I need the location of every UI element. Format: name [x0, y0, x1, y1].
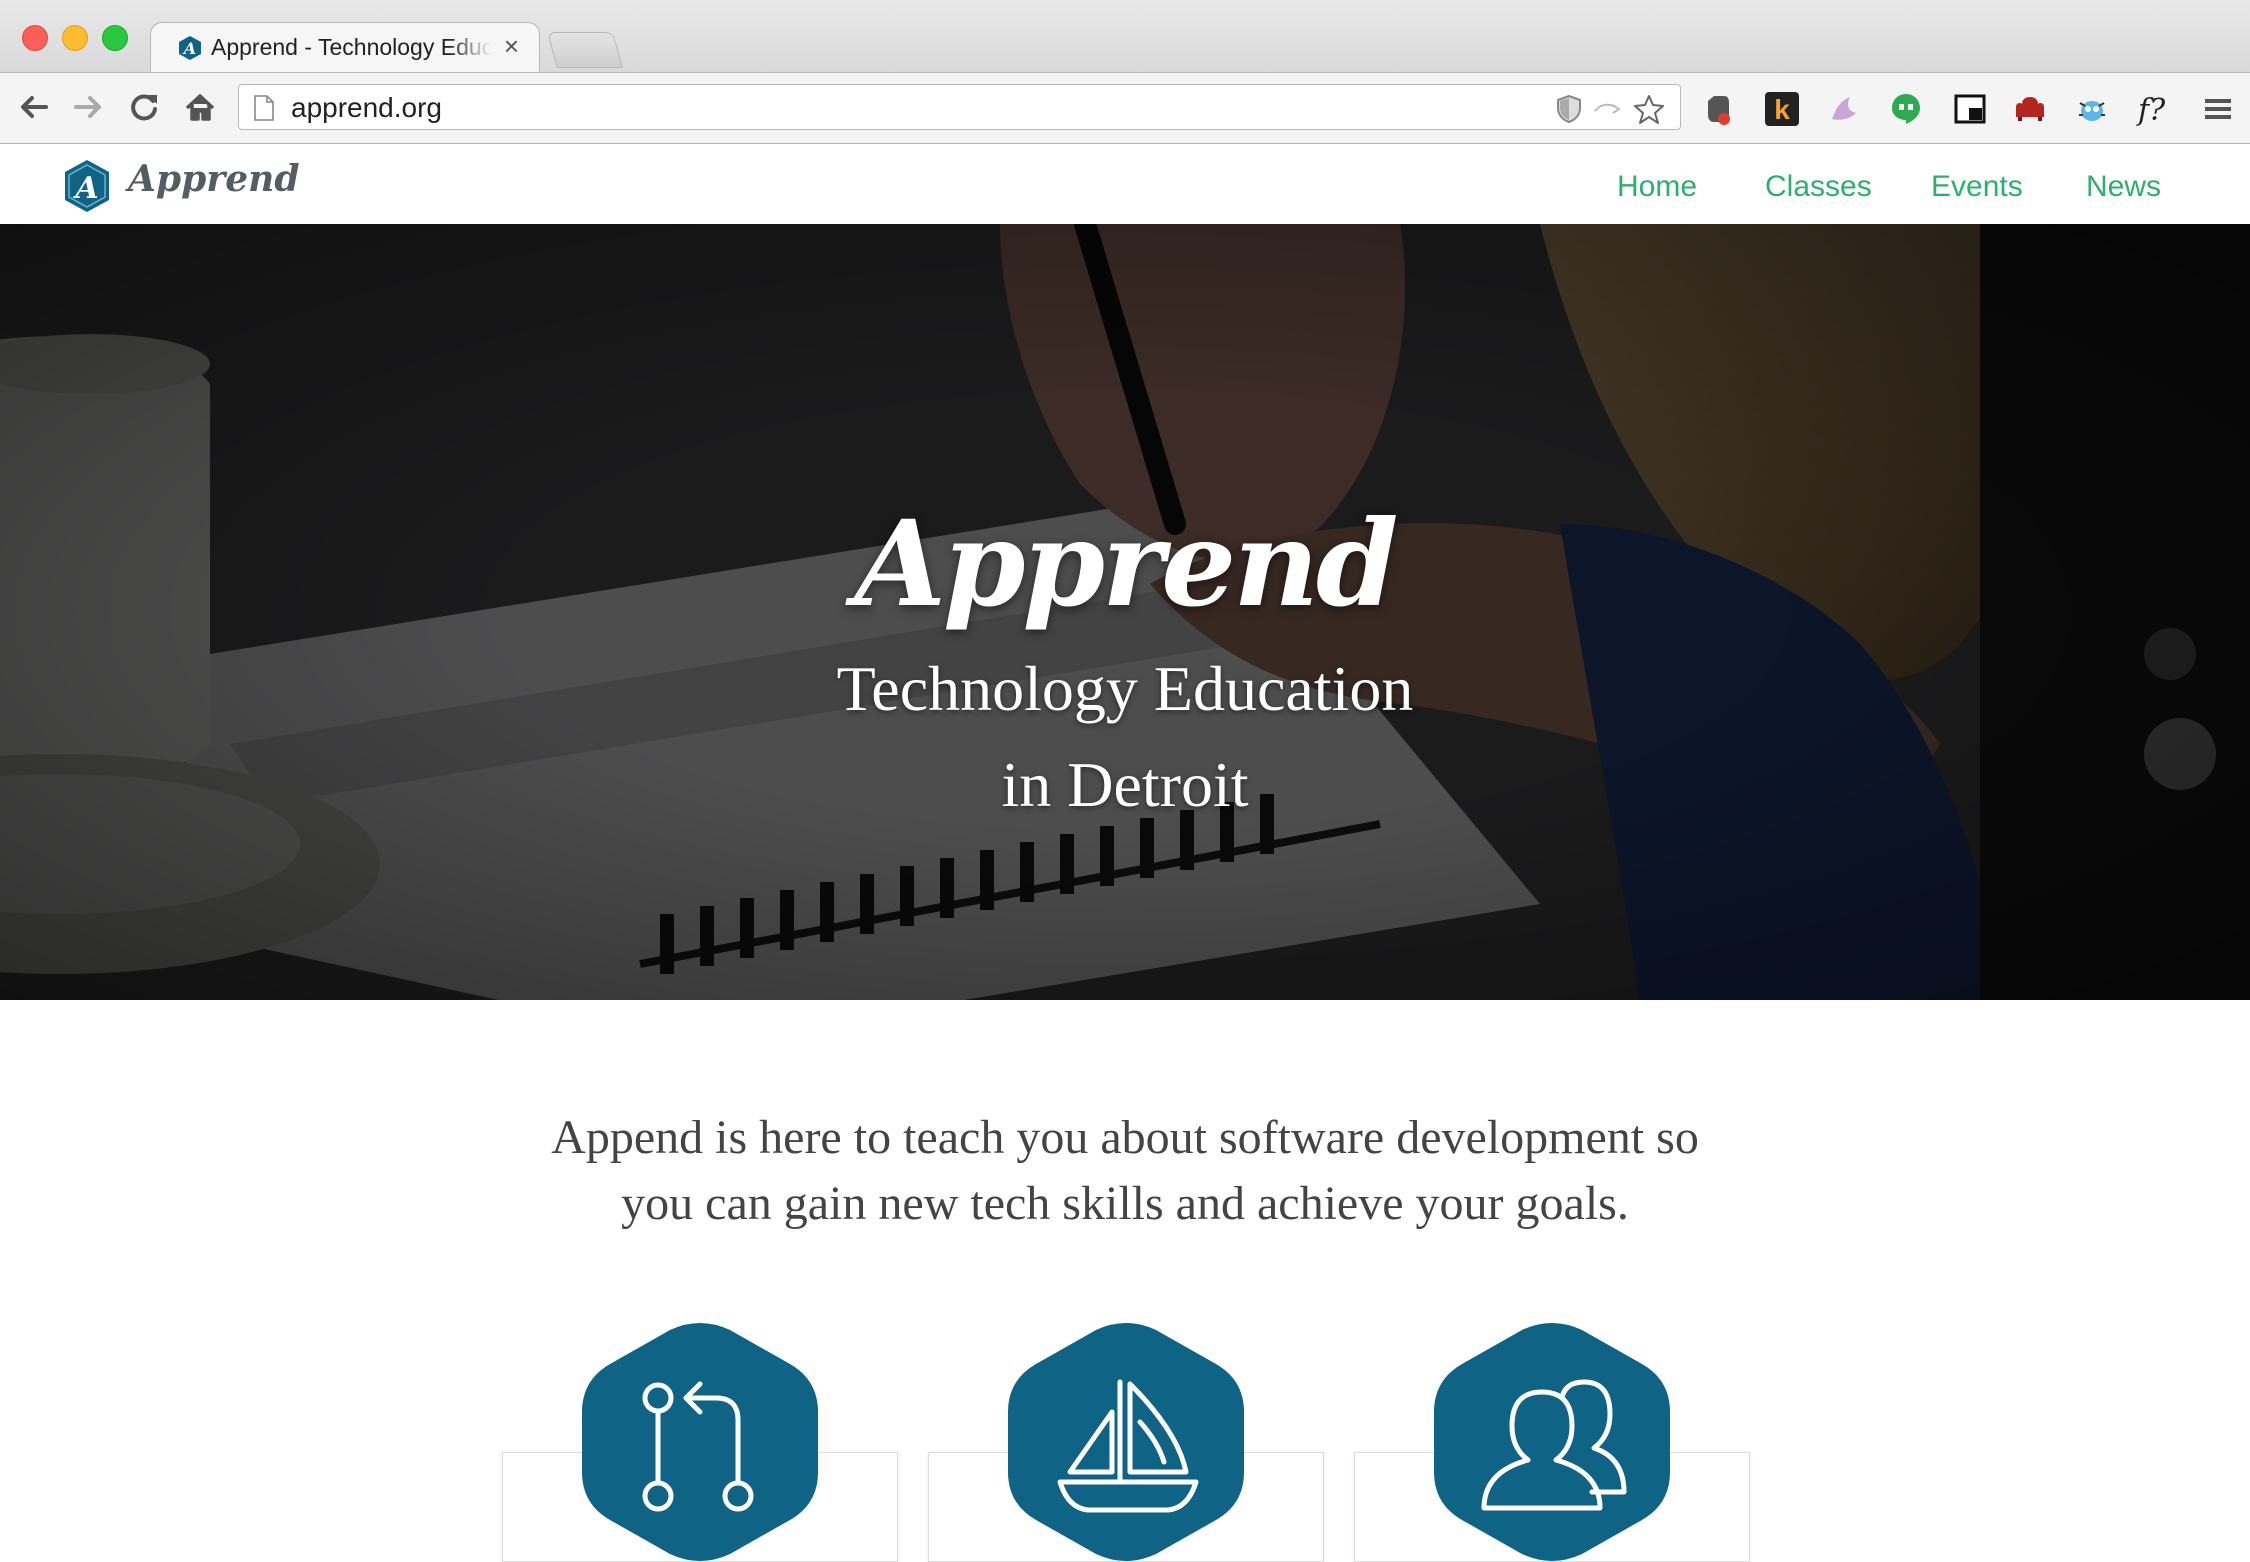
site-header: A Apprend Home Classes Events News: [0, 144, 2250, 224]
svg-text:A: A: [182, 39, 196, 58]
back-arrow-icon[interactable]: [16, 89, 52, 125]
apprend-logo-icon[interactable]: A: [62, 158, 112, 214]
new-tab-button[interactable]: [547, 32, 623, 68]
tab-title: Apprend - Technology Education in Detroi…: [211, 34, 491, 60]
translate-icon[interactable]: [1591, 93, 1623, 125]
users-icon: [1434, 1323, 1670, 1561]
window-zoom-button[interactable]: [102, 25, 128, 51]
browser-tab-active[interactable]: A Apprend - Technology Education in Detr…: [150, 22, 540, 72]
intro-text: Append is here to teach you about softwa…: [425, 1105, 1825, 1237]
picture-in-picture-extension-icon[interactable]: [1952, 91, 1988, 127]
bird-extension-icon[interactable]: [1826, 91, 1862, 127]
home-icon[interactable]: [182, 89, 218, 125]
url-input[interactable]: [289, 91, 1193, 125]
address-bar[interactable]: [238, 84, 1681, 130]
logo-text[interactable]: Apprend: [128, 158, 300, 200]
hero-banner: Apprend Technology Education in Detroit: [0, 224, 2250, 1000]
hero-subtitle-line1: Technology Education: [836, 653, 1414, 724]
sailboat-icon: [1008, 1323, 1244, 1561]
page-icon: [254, 95, 274, 121]
nav-classes-link[interactable]: Classes: [1765, 170, 1872, 204]
hero-title: Apprend: [854, 494, 1398, 633]
menu-hamburger-icon[interactable]: [2200, 91, 2236, 127]
forward-arrow-icon[interactable]: [70, 89, 106, 125]
nav-events-link[interactable]: Events: [1931, 170, 2023, 204]
hero-subtitle-line2: in Detroit: [1001, 749, 1249, 820]
intro-line1: Append is here to teach you about softwa…: [551, 1111, 1699, 1164]
bookmark-star-icon[interactable]: [1633, 93, 1665, 125]
evernote-extension-icon[interactable]: [1700, 91, 1736, 127]
shield-icon[interactable]: [1553, 93, 1585, 125]
window-minimize-button[interactable]: [62, 25, 88, 51]
reload-icon[interactable]: [126, 89, 162, 125]
browser-titlebar: A Apprend - Technology Education in Detr…: [0, 0, 2250, 72]
pocket-sofa-extension-icon[interactable]: [2012, 91, 2048, 127]
svg-text:f?: f?: [2136, 93, 2166, 127]
hangouts-extension-icon[interactable]: [1888, 91, 1924, 127]
svg-text:k: k: [1774, 94, 1790, 125]
svg-text:A: A: [72, 171, 98, 206]
font-finder-extension-icon[interactable]: f?: [2136, 91, 2172, 127]
nav-home-link[interactable]: Home: [1617, 170, 1697, 204]
window-close-button[interactable]: [22, 25, 48, 51]
bug-extension-icon[interactable]: [2074, 91, 2110, 127]
klout-extension-icon[interactable]: k: [1764, 91, 1800, 127]
nav-news-link[interactable]: News: [2086, 170, 2161, 204]
browser-toolbar: k f?: [0, 72, 2250, 144]
apprend-favicon-icon: A: [179, 36, 201, 60]
tab-close-icon[interactable]: ×: [504, 31, 519, 62]
git-pull-request-icon: [582, 1323, 818, 1561]
intro-line2: you can gain new tech skills and achieve…: [621, 1177, 1629, 1230]
